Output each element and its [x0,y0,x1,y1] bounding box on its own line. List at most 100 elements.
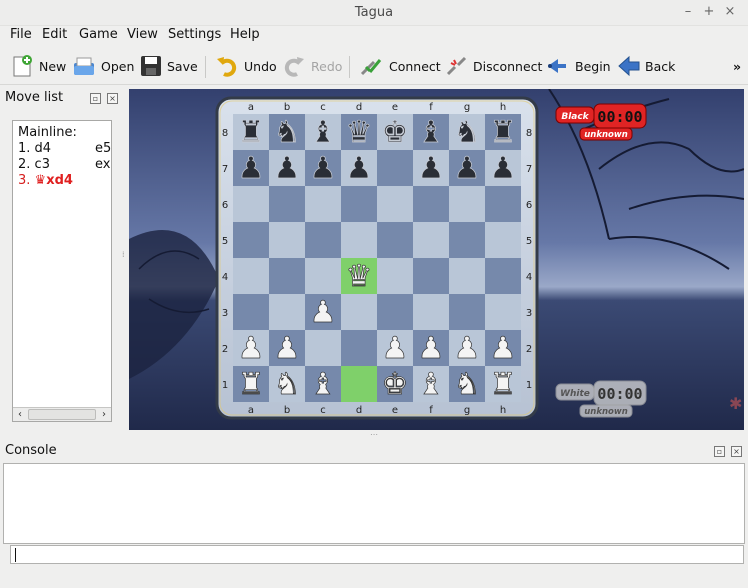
square-f6[interactable] [413,186,449,222]
square-b5[interactable] [269,222,305,258]
square-f4[interactable] [413,258,449,294]
float-dock-icon[interactable]: ▫ [90,93,101,104]
menu-view[interactable]: View [127,27,158,42]
white-pawn-icon[interactable]: ♟ [237,331,265,367]
square-a4[interactable] [233,258,269,294]
board-view[interactable]: aabbccddeeffgghh8877665544332211 ♜ ♞ ♝ ♛ ♚ ♝ ♞… [129,89,744,430]
black-pawn-icon[interactable]: ♟ [237,151,265,187]
square-g4[interactable] [449,258,485,294]
square-g6[interactable] [449,186,485,222]
square-d3[interactable] [341,294,377,330]
scroll-thumb[interactable] [28,409,96,420]
square-h6[interactable] [485,186,521,222]
move-black[interactable]: e5 [95,141,111,156]
black-pawn-icon[interactable]: ♟ [453,151,481,187]
current-move[interactable]: ♛xd4 [35,173,73,188]
square-d1[interactable] [341,366,377,402]
white-pawn-icon[interactable]: ♟ [417,331,445,367]
close-dock-icon[interactable]: × [107,93,118,104]
black-pawn-icon[interactable]: ♟ [417,151,445,187]
black-pawn-icon[interactable]: ♟ [273,151,301,187]
white-knight-icon[interactable]: ♞ [273,367,301,403]
disconnect-button[interactable]: Disconnect [446,54,542,78]
square-e7[interactable] [377,150,413,186]
white-king-icon[interactable]: ♚ [381,367,409,403]
black-knight-icon[interactable]: ♞ [453,115,481,151]
square-c2[interactable] [305,330,341,366]
square-h4[interactable] [485,258,521,294]
square-g5[interactable] [449,222,485,258]
square-d5[interactable] [341,222,377,258]
black-bishop-icon[interactable]: ♝ [309,115,337,151]
square-f3[interactable] [413,294,449,330]
square-a3[interactable] [233,294,269,330]
square-h5[interactable] [485,222,521,258]
black-pawn-icon[interactable]: ♟ [309,151,337,187]
white-pawn-icon[interactable]: ♟ [453,331,481,367]
scroll-left-icon[interactable]: ‹ [13,408,27,421]
square-b6[interactable] [269,186,305,222]
undo-button[interactable]: Undo [215,54,277,78]
square-a5[interactable] [233,222,269,258]
white-pawn-icon[interactable]: ♟ [309,295,337,331]
white-rook-icon[interactable]: ♜ [489,367,517,403]
black-king-icon[interactable]: ♚ [381,115,409,151]
menu-edit[interactable]: Edit [42,27,67,42]
white-pawn-icon[interactable]: ♟ [273,331,301,367]
back-button[interactable]: Back [618,54,675,78]
move-white[interactable]: c3 [35,157,50,172]
minimize-icon[interactable]: – [680,4,696,20]
menu-game[interactable]: Game [79,27,118,42]
move-list-hscrollbar[interactable]: ‹ › [13,407,111,421]
square-g3[interactable] [449,294,485,330]
white-pawn-icon[interactable]: ♟ [381,331,409,367]
square-e3[interactable] [377,294,413,330]
black-queen-icon[interactable]: ♛ [345,115,373,151]
black-pawn-icon[interactable]: ♟ [345,151,373,187]
white-knight-icon[interactable]: ♞ [453,367,481,403]
begin-button[interactable]: Begin [546,54,611,78]
white-rook-icon[interactable]: ♜ [237,367,265,403]
console-input[interactable] [10,545,744,564]
square-b4[interactable] [269,258,305,294]
new-button[interactable]: New [10,54,66,78]
square-c5[interactable] [305,222,341,258]
square-e5[interactable] [377,222,413,258]
square-f5[interactable] [413,222,449,258]
redo-button[interactable]: Redo [282,54,342,78]
black-knight-icon[interactable]: ♞ [273,115,301,151]
square-d6[interactable] [341,186,377,222]
square-d2[interactable] [341,330,377,366]
float-dock-icon[interactable]: ▫ [714,446,725,457]
square-h3[interactable] [485,294,521,330]
vertical-splitter-handle[interactable]: ⁞ [122,250,125,259]
connect-button[interactable]: Connect [360,54,441,78]
menu-help[interactable]: Help [230,27,260,42]
black-rook-icon[interactable]: ♜ [237,115,265,151]
maximize-icon[interactable]: + [701,4,717,20]
save-button[interactable]: Save [140,54,198,78]
move-black[interactable]: exd4 [95,157,111,172]
square-b3[interactable] [269,294,305,330]
white-bishop-icon[interactable]: ♝ [309,367,337,403]
square-e4[interactable] [377,258,413,294]
move-white[interactable]: d4 [35,141,52,156]
black-rook-icon[interactable]: ♜ [489,115,517,151]
scroll-right-icon[interactable]: › [97,408,111,421]
square-a6[interactable] [233,186,269,222]
square-c4[interactable] [305,258,341,294]
white-queen-icon[interactable]: ♛ [345,259,373,295]
horizontal-splitter-handle[interactable]: ⋯ [370,430,378,439]
square-c6[interactable] [305,186,341,222]
black-bishop-icon[interactable]: ♝ [417,115,445,151]
toolbar-overflow-button[interactable]: » [733,54,741,78]
menu-settings[interactable]: Settings [168,27,221,42]
white-bishop-icon[interactable]: ♝ [417,367,445,403]
square-e6[interactable] [377,186,413,222]
open-button[interactable]: Open [72,54,134,78]
white-pawn-icon[interactable]: ♟ [489,331,517,367]
close-icon[interactable]: × [722,4,738,20]
close-dock-icon[interactable]: × [731,446,742,457]
menu-file[interactable]: File [10,27,32,42]
black-pawn-icon[interactable]: ♟ [489,151,517,187]
